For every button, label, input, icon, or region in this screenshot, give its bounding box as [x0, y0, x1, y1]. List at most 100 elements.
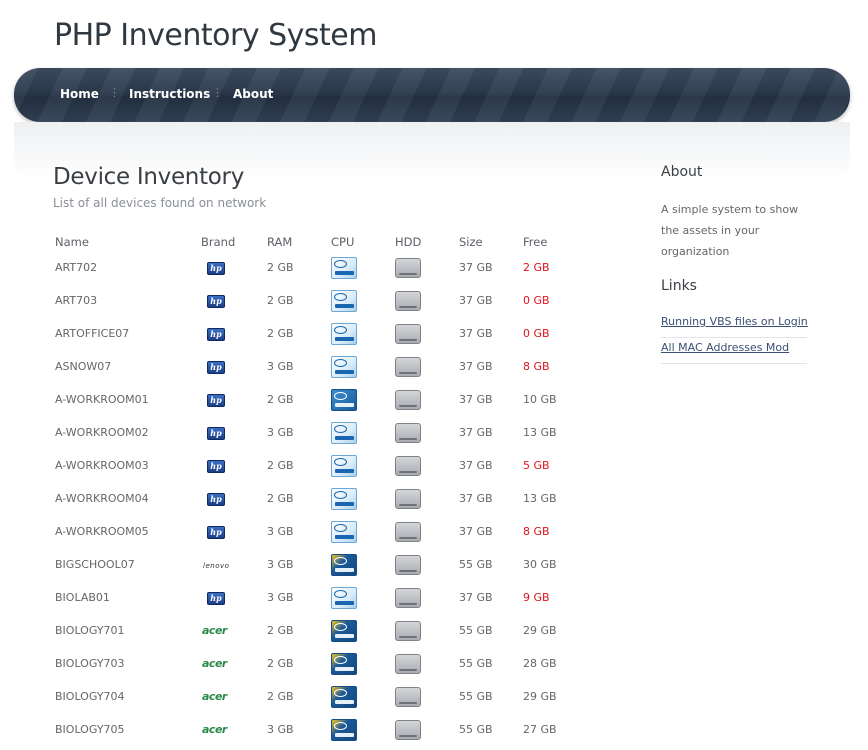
intel-pentium-icon	[331, 256, 357, 279]
ram-value: 2 GB	[267, 492, 294, 505]
free-space-value: 30 GB	[523, 558, 557, 571]
column-header-cpu: CPU	[331, 235, 355, 249]
table-row: BIGSCHOOL07 lenovo 3 GB 55 GB 30 GB	[53, 548, 583, 581]
hard-drive-icon	[395, 356, 421, 377]
disk-size-value: 37 GB	[459, 393, 493, 406]
cpu-cell	[331, 350, 395, 383]
cpu-cell	[331, 416, 395, 449]
brand-cell: hp	[201, 350, 267, 383]
hdd-cell	[395, 317, 459, 350]
nav-instructions[interactable]: Instructions	[129, 87, 210, 101]
free-space-value: 0 GB	[523, 294, 550, 307]
device-name: BIOLOGY705	[55, 723, 125, 736]
sidebar-about-heading: About	[661, 164, 703, 180]
device-name: BIGSCHOOL07	[55, 558, 135, 571]
hp-logo-icon: hp	[207, 525, 225, 539]
brand-cell: hp	[201, 284, 267, 317]
brand-cell: acer	[201, 713, 267, 746]
free-space-value: 10 GB	[523, 393, 557, 406]
table-row: A-WORKROOM04 hp 2 GB 37 GB 13 GB	[53, 482, 583, 515]
hdd-cell	[395, 515, 459, 548]
hp-logo-icon: hp	[207, 327, 225, 341]
hdd-cell	[395, 581, 459, 614]
nav-about[interactable]: About	[233, 87, 273, 101]
intel-core2-icon	[331, 718, 357, 741]
intel-pentium-icon	[331, 289, 357, 312]
ram-value: 3 GB	[267, 360, 294, 373]
page-subtitle: List of all devices found on network	[53, 196, 267, 210]
disk-size-value: 55 GB	[459, 657, 493, 670]
ram-value: 2 GB	[267, 657, 294, 670]
ram-value: 2 GB	[267, 393, 294, 406]
intel-pentium-icon	[331, 421, 357, 444]
free-space-value: 5 GB	[523, 459, 550, 472]
table-row: ASNOW07 hp 3 GB 37 GB 8 GB	[53, 350, 583, 383]
brand-cell: acer	[201, 614, 267, 647]
intel-core2-icon	[331, 685, 357, 708]
intel-pentium-icon	[331, 586, 357, 609]
table-row: BIOLAB01 hp 3 GB 37 GB 9 GB	[53, 581, 583, 614]
brand-cell: hp	[201, 383, 267, 416]
hdd-cell	[395, 383, 459, 416]
cpu-cell	[331, 581, 395, 614]
ram-value: 3 GB	[267, 525, 294, 538]
cpu-cell	[331, 383, 395, 416]
hdd-cell	[395, 482, 459, 515]
disk-size-value: 55 GB	[459, 723, 493, 736]
table-row: A-WORKROOM05 hp 3 GB 37 GB 8 GB	[53, 515, 583, 548]
hp-logo-icon: hp	[207, 294, 225, 308]
free-space-value: 29 GB	[523, 624, 557, 637]
sidebar-links-heading: Links	[661, 278, 697, 294]
intel-core2-icon	[331, 619, 357, 642]
hard-drive-icon	[395, 653, 421, 674]
intel-core2-icon	[331, 652, 357, 675]
nav-separator: ⋮	[109, 86, 120, 99]
brand-cell: hp	[201, 251, 267, 284]
brand-cell: hp	[201, 581, 267, 614]
disk-size-value: 37 GB	[459, 261, 493, 274]
hp-logo-icon: hp	[207, 492, 225, 506]
nav-home[interactable]: Home	[60, 87, 99, 101]
intel-pentium-icon	[331, 322, 357, 345]
ram-value: 2 GB	[267, 327, 294, 340]
column-header-ram: RAM	[267, 235, 293, 249]
free-space-value: 2 GB	[523, 261, 550, 274]
brand-cell: hp	[201, 449, 267, 482]
ram-value: 3 GB	[267, 426, 294, 439]
table-row: A-WORKROOM03 hp 2 GB 37 GB 5 GB	[53, 449, 583, 482]
hp-logo-icon: hp	[207, 393, 225, 407]
hdd-cell	[395, 449, 459, 482]
intel-pentium-icon	[331, 454, 357, 477]
brand-cell: acer	[201, 680, 267, 713]
table-row: ART702 hp 2 GB 37 GB 2 GB	[53, 251, 583, 284]
free-space-value: 9 GB	[523, 591, 550, 604]
hard-drive-icon	[395, 620, 421, 641]
table-header-row: Name Brand RAM CPU HDD Size Free	[53, 233, 583, 251]
table-row: A-WORKROOM02 hp 3 GB 37 GB 13 GB	[53, 416, 583, 449]
link-running-vbs-files[interactable]: Running VBS files on Login	[661, 312, 808, 338]
hard-drive-icon	[395, 257, 421, 278]
ram-value: 3 GB	[267, 591, 294, 604]
sidebar-about-text: A simple system to show the assets in yo…	[661, 203, 799, 258]
intel-core-i-icon	[331, 388, 357, 411]
table-body: ART702 hp 2 GB 37 GB 2 GB ART703 hp 2 GB 37 GB 0 …	[53, 251, 583, 746]
free-space-value: 8 GB	[523, 360, 550, 373]
disk-size-value: 55 GB	[459, 558, 493, 571]
hp-logo-icon: hp	[207, 591, 225, 605]
brand-cell: hp	[201, 317, 267, 350]
brand-cell: hp	[201, 416, 267, 449]
ram-value: 3 GB	[267, 558, 294, 571]
table-row: BIOLOGY703 acer 2 GB 55 GB 28 GB	[53, 647, 583, 680]
cpu-cell	[331, 449, 395, 482]
link-all-mac-addresses[interactable]: All MAC Addresses Mod	[661, 338, 807, 364]
device-name: A-WORKROOM04	[55, 492, 149, 505]
ram-value: 2 GB	[267, 294, 294, 307]
device-name: A-WORKROOM02	[55, 426, 149, 439]
acer-logo-icon: acer	[202, 657, 227, 670]
table-row: BIOLOGY704 acer 2 GB 55 GB 29 GB	[53, 680, 583, 713]
disk-size-value: 37 GB	[459, 327, 493, 340]
column-header-hdd: HDD	[395, 235, 422, 249]
device-name: BIOLOGY701	[55, 624, 125, 637]
disk-size-value: 37 GB	[459, 426, 493, 439]
brand-cell: lenovo	[201, 548, 267, 581]
